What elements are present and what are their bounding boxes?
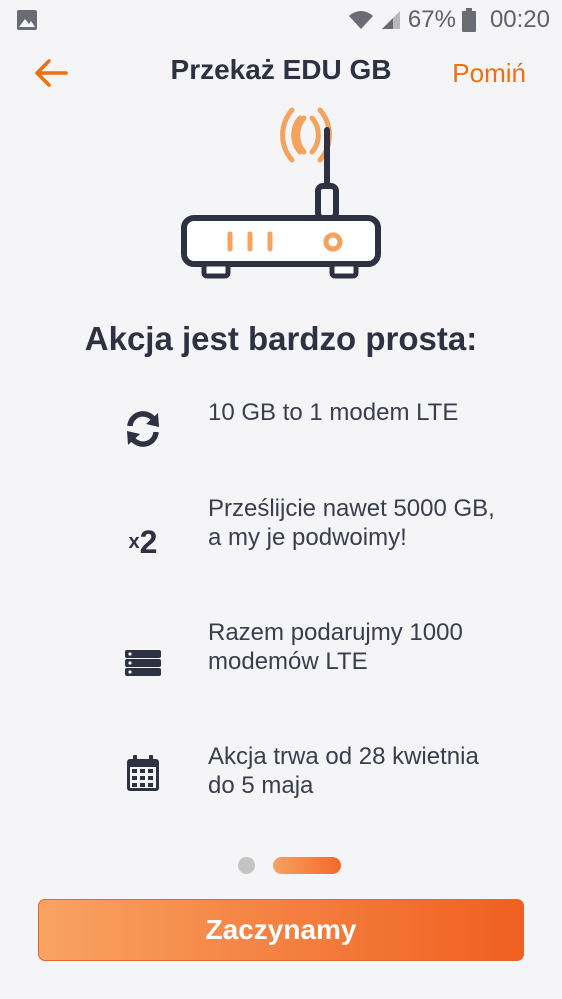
page-indicator [238,857,341,874]
battery-percent: 67% [407,6,456,33]
calendar-icon [122,752,164,794]
x2-icon: x2 [122,521,164,563]
status-left [0,9,38,31]
x2-icon-prefix: x [128,530,140,553]
feature-text: Akcja trwa od 28 kwietnia do 5 maja [208,743,479,799]
status-right: 67% 00:20 [348,6,562,34]
feature-text: Razem podarujmy 1000 modemów LTE [208,619,463,675]
router-icon [181,107,381,279]
feature-text: Prześlijcie nawet 5000 GB, a my je podwo… [208,495,495,551]
skip-button[interactable]: Pomiń [452,58,526,89]
page-dot[interactable] [238,857,255,874]
status-bar: 67% 00:20 [0,0,562,40]
gallery-notification-icon [17,10,37,30]
x2-icon-number: 2 [139,523,158,560]
battery-icon [461,8,476,32]
wifi-icon [348,11,373,29]
refresh-icon [122,408,164,450]
feature-text: 10 GB to 1 modem LTE [208,399,459,426]
signal-icon [381,11,400,29]
start-button[interactable]: Zaczynamy [38,899,524,961]
clock: 00:20 [489,6,550,33]
server-icon [122,642,164,684]
header: Przekaż EDU GB Pomiń [0,48,562,100]
page-dot-active[interactable] [273,857,341,874]
headline: Akcja jest bardzo prosta: [84,320,478,357]
